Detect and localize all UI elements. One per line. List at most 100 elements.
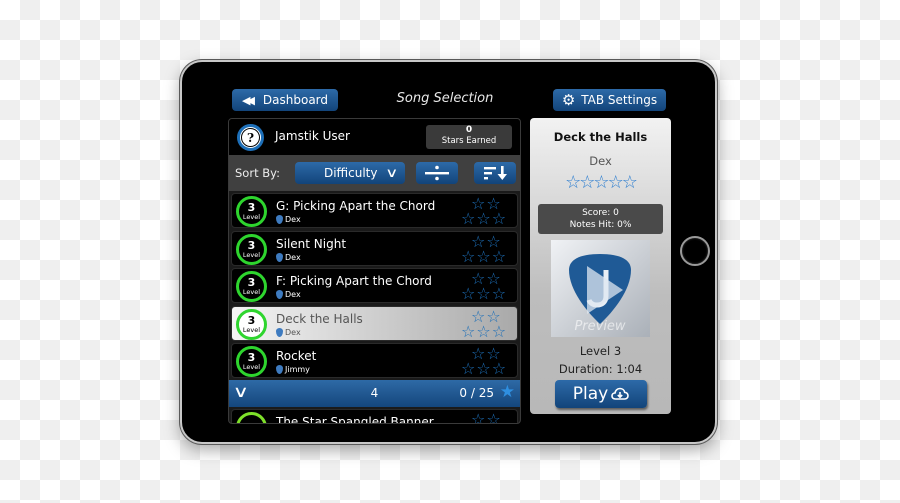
song-title: G: Picking Apart the Chord xyxy=(276,199,436,213)
stars-earned-label: Stars Earned xyxy=(441,136,497,146)
dashboard-button[interactable]: ◀◀ Dashboard xyxy=(232,89,338,111)
star-outline-icon: ☆ xyxy=(461,322,476,341)
star-outline-icon: ☆ xyxy=(461,209,476,228)
song-stars: ☆ ☆ xyxy=(461,412,513,424)
song-list-panel: ? Jamstik User 0 Stars Earned Sort By: D… xyxy=(228,118,521,424)
artist-name: Dex xyxy=(285,253,301,262)
preview-label: Preview xyxy=(574,319,625,334)
home-button[interactable] xyxy=(680,236,710,266)
level-label: Level xyxy=(242,326,261,334)
song-stars: ☆ ☆ ☆ ☆ ☆ xyxy=(461,346,513,378)
help-icon[interactable]: ? xyxy=(237,124,264,151)
song-stars: ☆ ☆ ☆ ☆ ☆ xyxy=(461,196,513,228)
song-title: Silent Night xyxy=(276,237,347,251)
song-row-partial[interactable]: The Star Spangled Banner ☆ ☆ xyxy=(231,409,518,424)
star-outline-icon: ☆ xyxy=(461,359,476,378)
song-row[interactable]: 3 Level Silent Night Dex ☆ ☆ ☆ ☆ ☆ xyxy=(231,231,518,266)
song-artist: Dex xyxy=(276,290,301,299)
guitar-pick-icon xyxy=(276,215,283,224)
song-title: Deck the Halls xyxy=(276,312,363,326)
score-box: Score: 0 Notes Hit: 0% xyxy=(538,204,663,234)
level-badge: 3 Level xyxy=(236,196,267,227)
star-filled-icon: ★ xyxy=(499,382,515,402)
sort-by-dropdown[interactable]: Difficulty ∨ xyxy=(295,162,405,184)
level-number: 3 xyxy=(247,351,256,364)
star-outline-icon: ☆ xyxy=(461,284,476,303)
stars-earned-badge: 0 Stars Earned xyxy=(426,125,512,149)
tab-settings-label: TAB Settings xyxy=(581,93,658,107)
level-number: 3 xyxy=(247,201,256,214)
song-stars: ☆ ☆ ☆ ☆ ☆ xyxy=(461,234,513,266)
chevron-down-icon: ∨ xyxy=(385,165,399,181)
sort-by-label: Sort By: xyxy=(235,166,280,180)
star-outline-icon: ☆ xyxy=(491,322,507,341)
song-title: F: Picking Apart the Chord xyxy=(276,274,432,288)
song-row[interactable]: 3 Level Rocket Jimmy ☆ ☆ ☆ ☆ ☆ xyxy=(231,343,518,378)
star-outline-icon: ☆ xyxy=(476,284,491,303)
divide-icon xyxy=(425,165,449,181)
play-label: Play xyxy=(572,384,609,404)
guitar-pick-icon xyxy=(276,365,283,374)
detail-song-title: Deck the Halls xyxy=(553,130,648,144)
stars-earned-count: 0 xyxy=(465,125,473,135)
guitar-pick-icon xyxy=(276,328,283,337)
star-outline-icon: ☆ xyxy=(461,247,476,266)
page-bar: ∨ 4 0 / 25 ★ xyxy=(229,380,520,407)
page-stars-count: 0 / 25 xyxy=(459,386,494,400)
filter-button[interactable] xyxy=(416,162,458,184)
guitar-pick-play-icon: Preview xyxy=(569,254,631,334)
sort-direction-button[interactable] xyxy=(474,162,516,184)
level-number: 3 xyxy=(247,239,256,252)
level-badge xyxy=(236,412,267,423)
star-outline-icon: ☆ xyxy=(486,410,501,424)
artist-name: Jimmy xyxy=(285,365,310,374)
sort-descending-icon xyxy=(484,166,507,180)
song-row[interactable]: 3 Level F: Picking Apart the Chord Dex ☆… xyxy=(231,268,518,303)
song-artist: Dex xyxy=(276,215,301,224)
level-badge: 3 Level xyxy=(236,234,267,265)
preview-thumbnail[interactable]: Preview xyxy=(551,240,650,337)
cloud-download-icon xyxy=(611,387,630,400)
level-label: Level xyxy=(242,213,261,221)
star-outline-icon: ☆ xyxy=(579,172,595,193)
sort-selected-value: Difficulty xyxy=(323,166,378,180)
star-outline-icon: ☆ xyxy=(491,284,507,303)
star-outline-icon: ☆ xyxy=(491,209,507,228)
level-badge: 3 Level xyxy=(236,271,267,302)
star-outline-icon: ☆ xyxy=(593,172,609,193)
star-outline-icon: ☆ xyxy=(491,359,507,378)
artist-name: Dex xyxy=(285,290,301,299)
song-artist: Dex xyxy=(276,328,301,337)
user-name: Jamstik User xyxy=(275,129,350,143)
song-artist: Jimmy xyxy=(276,365,310,374)
level-number: 3 xyxy=(247,314,256,327)
guitar-pick-icon xyxy=(276,290,283,299)
star-outline-icon: ☆ xyxy=(565,172,581,193)
song-artist: Dex xyxy=(276,253,301,262)
level-label: Level xyxy=(242,363,261,371)
detail-duration: Duration: 1:04 xyxy=(558,362,643,376)
detail-star-rating: ☆☆☆☆☆ xyxy=(530,172,671,193)
star-outline-icon: ☆ xyxy=(471,410,486,424)
user-row: ? Jamstik User 0 Stars Earned xyxy=(229,119,520,155)
song-row[interactable]: 3 Level G: Picking Apart the Chord Dex ☆… xyxy=(231,193,518,228)
level-badge: 3 Level xyxy=(236,309,267,340)
song-detail-panel: Deck the Halls Dex ☆☆☆☆☆ Score: 0 Notes … xyxy=(530,118,671,414)
guitar-pick-icon xyxy=(276,253,283,262)
artist-name: Dex xyxy=(285,215,301,224)
song-row[interactable]: 3 Level Deck the Halls Dex ☆ ☆ ☆ ☆ ☆ xyxy=(231,306,518,341)
sort-row: Sort By: Difficulty ∨ xyxy=(229,155,520,191)
star-outline-icon: ☆ xyxy=(621,172,638,193)
notes-hit-text: Notes Hit: 0% xyxy=(569,220,632,230)
gear-icon: ⚙ xyxy=(561,90,576,109)
star-outline-icon: ☆ xyxy=(491,247,507,266)
song-title: The Star Spangled Banner xyxy=(276,415,434,424)
star-outline-icon: ☆ xyxy=(476,247,491,266)
tab-settings-button[interactable]: ⚙ TAB Settings xyxy=(553,89,666,111)
song-stars: ☆ ☆ ☆ ☆ ☆ xyxy=(461,309,513,341)
dashboard-label: Dashboard xyxy=(262,93,329,107)
song-title: Rocket xyxy=(276,349,317,363)
level-label: Level xyxy=(242,288,261,296)
play-button[interactable]: Play xyxy=(555,380,647,408)
page-title: Song Selection xyxy=(396,91,494,106)
